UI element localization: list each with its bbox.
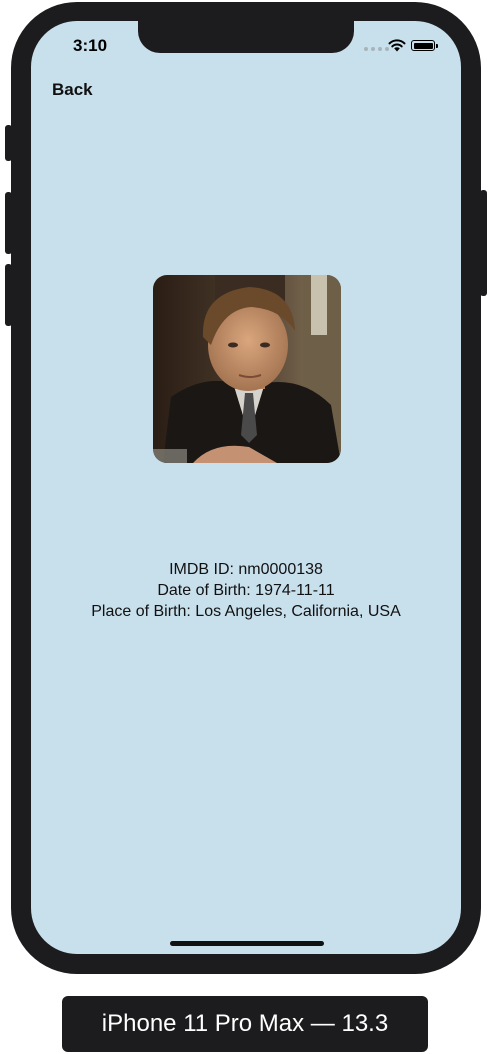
date-of-birth-text: Date of Birth: 1974-11-11	[157, 582, 335, 599]
actor-photo	[153, 275, 341, 463]
device-caption: iPhone 11 Pro Max — 13.3	[62, 996, 428, 1052]
place-of-birth-text: Place of Birth: Los Angeles, California,…	[91, 603, 401, 620]
power-button	[480, 190, 487, 296]
portrait-image	[153, 275, 341, 463]
wifi-icon	[388, 39, 406, 52]
imdb-id-text: IMDB ID: nm0000138	[169, 561, 323, 578]
cellular-signal-icon	[364, 47, 389, 51]
status-time: 3:10	[73, 36, 108, 55]
notch	[138, 21, 354, 53]
actor-details: IMDB ID: nm0000138 Date of Birth: 1974-1…	[31, 559, 461, 622]
app-screen: 3:10 Back IMDB ID: nm0000138 Date of Bir…	[31, 21, 461, 954]
home-indicator[interactable]	[170, 941, 324, 946]
battery-icon	[411, 40, 438, 51]
back-button[interactable]: Back	[52, 80, 93, 100]
device-frame: 3:10 Back IMDB ID: nm0000138 Date of Bir…	[11, 2, 481, 974]
